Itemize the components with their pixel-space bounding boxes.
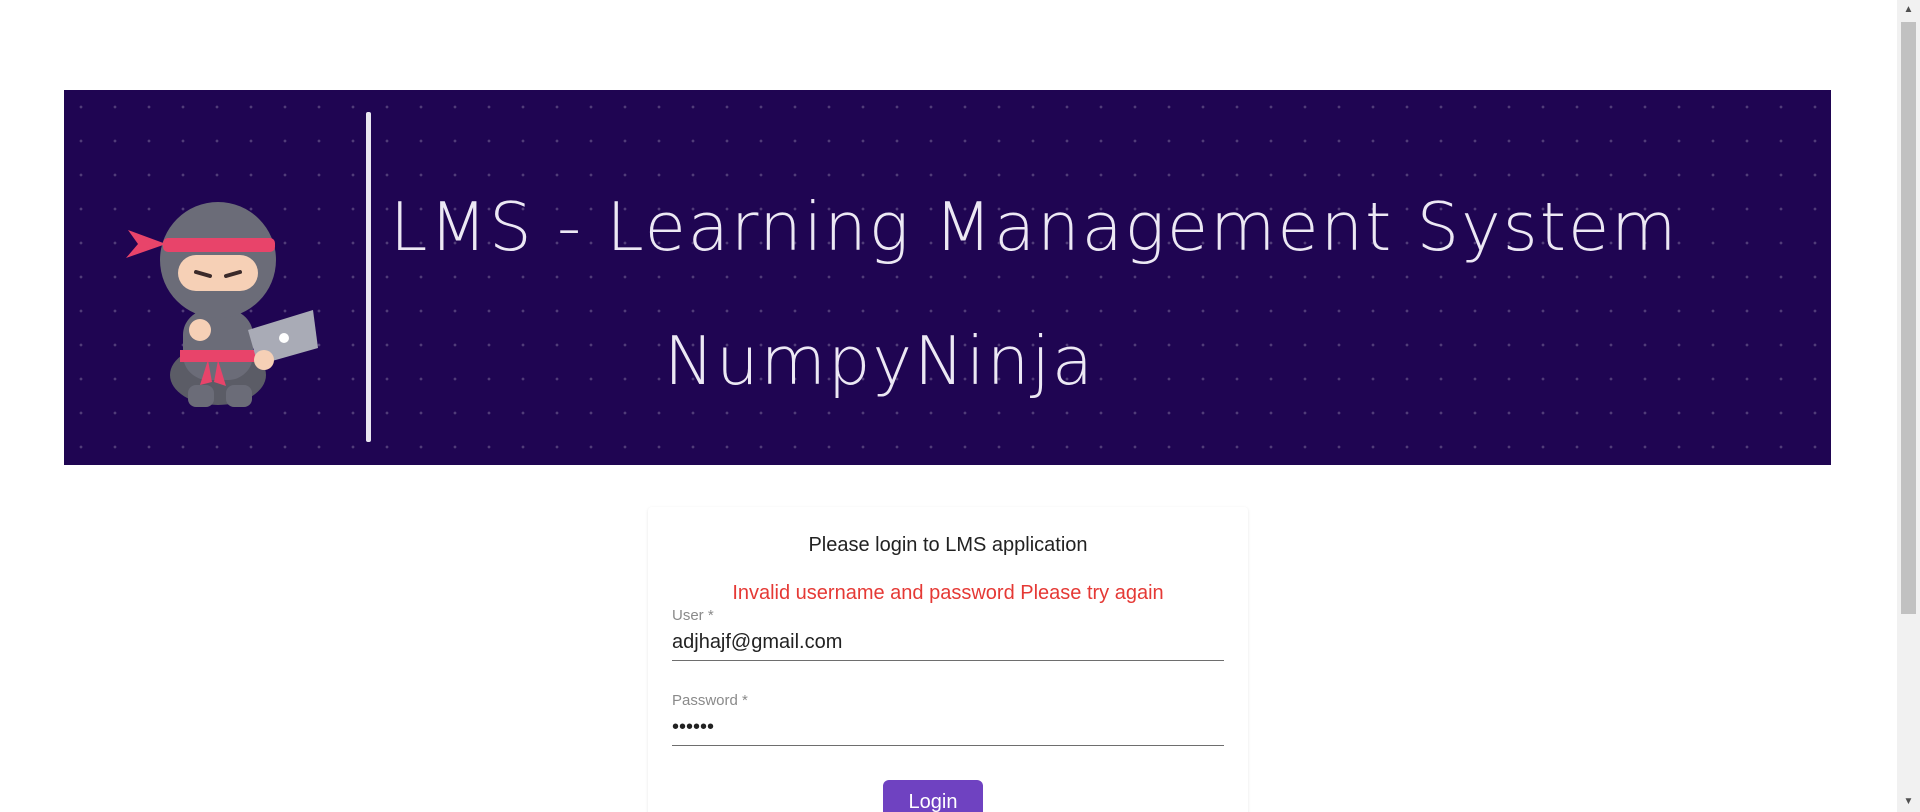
login-error-message: Invalid username and password Please try… [732, 582, 1164, 604]
banner-title: LMS - Learning Management System [390, 188, 1679, 266]
ninja-mascot-icon [126, 202, 318, 407]
user-label: User * [672, 607, 714, 624]
banner-divider [366, 112, 371, 442]
vertical-scrollbar[interactable]: ▲ ▼ [1897, 0, 1920, 812]
scroll-down-arrow-icon[interactable]: ▼ [1897, 792, 1920, 812]
user-field: User * [672, 607, 1224, 661]
login-button[interactable]: Login [883, 780, 983, 812]
lms-banner: LMS - Learning Management System NumpyNi… [64, 90, 1831, 465]
password-input[interactable] [672, 710, 1224, 746]
user-input[interactable] [672, 625, 1224, 661]
scroll-up-arrow-icon[interactable]: ▲ [1897, 0, 1920, 20]
banner-brand: NumpyNinja [664, 322, 1095, 400]
password-field: Password * [672, 692, 1224, 746]
login-heading: Please login to LMS application [808, 534, 1088, 556]
password-label: Password * [672, 692, 748, 709]
login-card: Please login to LMS application Invalid … [648, 507, 1248, 812]
scrollbar-thumb[interactable] [1901, 22, 1916, 614]
page: LMS - Learning Management System NumpyNi… [0, 0, 1920, 812]
